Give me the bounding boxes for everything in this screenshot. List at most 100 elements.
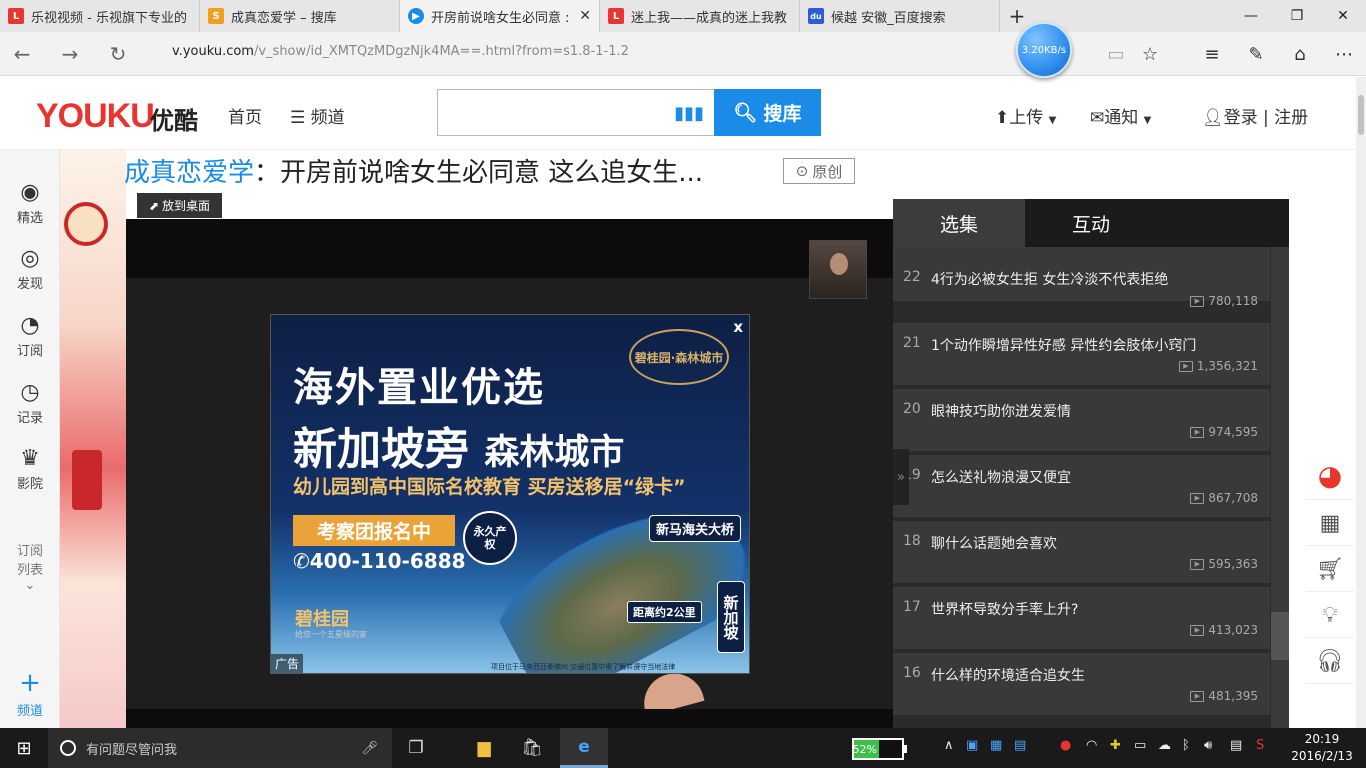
floating-toolbar: ◕ ▦ 🛒︎ 💡︎ 🎧︎ — [1306, 452, 1354, 696]
page-scrollbar[interactable] — [1356, 77, 1366, 728]
tab-episodes[interactable]: 选集 — [893, 199, 1025, 247]
sidebar-item-discover[interactable]: ◎ 发现 — [0, 246, 60, 292]
close-window-button[interactable]: ✕ — [1320, 0, 1366, 32]
search-icon: 🔍︎ — [733, 102, 758, 124]
reading-view-icon[interactable]: ▭ — [1102, 40, 1130, 68]
battery-tray-icon[interactable]: ▭ — [1134, 738, 1146, 753]
youku-sidebar: ◉ 精选 ◎ 发现 ◔ 订阅 ◷ 记录 ♛ 影院 订阅 列表 ⌄ + 频道 — [0, 150, 60, 728]
forward-button[interactable]: → — [56, 40, 84, 68]
play-count: ▶ 780,118 — [1190, 294, 1258, 308]
sub-list-label-2: 列表 — [16, 563, 43, 578]
rss-icon: ◔ — [20, 313, 40, 338]
tray-app-icon[interactable]: ▦ — [990, 738, 1002, 753]
sidebar-item-label: 影院 — [16, 477, 43, 492]
more-icon[interactable]: ⋯ — [1330, 40, 1358, 68]
sidebar-subscription-list[interactable]: 订阅 列表 ⌄ — [0, 540, 60, 593]
youku-logo-cn[interactable]: 优酷 — [150, 101, 198, 136]
input-method-icon[interactable]: S — [1256, 738, 1264, 753]
file-explorer-icon[interactable]: ▆ — [460, 728, 508, 768]
sidebar-item-featured[interactable]: ◉ 精选 — [0, 180, 60, 226]
playlist-item[interactable]: 19 怎么送礼物浪漫又便宜 ▶ 867,708 — [893, 455, 1270, 519]
playlist-item[interactable]: 17 世界杯导致分手率上升? ▶ 413,023 — [893, 587, 1270, 651]
ad-bridge-label: 新马海关大桥 — [649, 515, 742, 542]
playlist-item[interactable]: 21 1个动作瞬增异性好感 异性约会肢体小窍门 ▶ 1,356,321 — [893, 323, 1270, 387]
bluetooth-icon[interactable]: ᛒ — [1182, 738, 1190, 753]
ad-distance-label: 距离约2公里 — [627, 601, 702, 623]
share-icon[interactable]: ⌂ — [1286, 40, 1314, 68]
store-icon[interactable]: 🛍︎ — [508, 728, 556, 768]
tray-app-icon[interactable]: ● — [1060, 738, 1071, 753]
sidebar-item-cinema[interactable]: ♛ 影院 — [0, 446, 60, 492]
playlist-item[interactable]: 20 眼神技巧助你迸发爱情 ▶ 974,595 — [893, 389, 1270, 453]
notify-menu[interactable]: ✉通知 ▼ — [1090, 103, 1151, 128]
playlist-item[interactable]: 22 4行为必被女生拒 女生冷淡不代表拒绝 ▶ 780,118 — [893, 247, 1270, 308]
edge-browser-icon[interactable]: e — [560, 728, 608, 768]
register-link[interactable]: 注册 — [1274, 108, 1308, 128]
web-note-icon[interactable]: ✎ — [1242, 40, 1270, 68]
clock[interactable]: 20:19 2016/2/13 — [1286, 731, 1358, 765]
mascot-icon[interactable]: ◕ — [1306, 452, 1354, 500]
task-view-icon[interactable]: ❐ — [392, 728, 440, 768]
maximize-button[interactable]: ❐ — [1274, 0, 1320, 32]
playlist-item[interactable]: 18 聊什么话题她会喜欢 ▶ 595,363 — [893, 521, 1270, 585]
play-count-value: 974,595 — [1208, 425, 1258, 439]
browser-tab[interactable]: du 候越 安徽_百度搜索 — [800, 0, 1000, 32]
back-button[interactable]: ← — [8, 40, 36, 68]
url-field[interactable]: v.youku.com/v_show/id_XMTQzMDgzNjk4MA==.… — [172, 44, 629, 59]
search-input[interactable]: ▮▮▮ — [437, 89, 715, 136]
channel-link[interactable]: 成真恋爱学 — [124, 158, 254, 188]
minimize-button[interactable]: — — [1228, 0, 1274, 32]
browser-tab[interactable]: L 乐视视频 - 乐视旗下专业的 — [0, 0, 200, 32]
login-link[interactable]: 登录 — [1224, 108, 1258, 128]
sidebar-item-channel[interactable]: + 频道 — [0, 668, 60, 719]
cortana-search[interactable]: 有问题尽管问我 🎤︎ — [48, 728, 392, 768]
nav-channel[interactable]: ☰ 频道 — [290, 103, 345, 128]
to-desktop-button[interactable]: ⬈ 放到桌面 — [137, 193, 222, 218]
action-center-icon[interactable]: ▤ — [1230, 738, 1242, 753]
browser-tab-active[interactable]: ▶ 开房前说啥女生必同意 : ✕ — [400, 0, 600, 32]
address-bar: ← → ↻ v.youku.com/v_show/id_XMTQzMDgzNjk… — [0, 32, 1366, 76]
ad-overlay[interactable]: x 碧桂园·森林城市 海外置业优选 新加坡旁 森林城市 幼儿园到高中国际名校教育… — [270, 314, 750, 674]
browser-tab[interactable]: L 迷上我——成真的迷上我教 — [600, 0, 800, 32]
tray-app-icon[interactable]: ▣ — [966, 738, 978, 753]
upload-menu[interactable]: ⬆上传 ▼ — [995, 103, 1056, 128]
shopping-cart-icon[interactable]: 🛒︎ — [1306, 548, 1354, 592]
sidebar-item-subscribe[interactable]: ◔ 订阅 — [0, 313, 60, 359]
nav-home[interactable]: 首页 — [228, 103, 262, 128]
wifi-icon[interactable]: ◠ — [1086, 738, 1097, 753]
search-button[interactable]: 🔍︎ 搜库 — [714, 89, 821, 136]
ad-close-button[interactable]: x — [733, 318, 743, 336]
qr-code-icon[interactable]: ▦ — [1306, 502, 1354, 546]
chevron-up-icon[interactable]: ∧ — [944, 738, 954, 753]
browser-tab[interactable]: S 成真恋爱学 – 搜库 — [200, 0, 400, 32]
close-tab-icon[interactable]: ✕ — [579, 8, 591, 24]
chart-bars-icon[interactable]: ▮▮▮ — [674, 103, 704, 124]
hub-icon[interactable]: ≡ — [1198, 40, 1226, 68]
chevron-down-icon: ▼ — [1143, 115, 1152, 126]
microphone-icon[interactable]: 🎤︎ — [361, 741, 378, 756]
refresh-button[interactable]: ↻ — [104, 40, 132, 68]
battery-indicator[interactable]: 52% — [852, 738, 907, 760]
tray-app-icon[interactable]: ▤ — [1014, 738, 1026, 753]
cloud-icon[interactable]: ☁ — [1158, 738, 1171, 753]
network-speed-ball[interactable]: 3.20KB/s — [1016, 22, 1072, 78]
volume-icon[interactable]: 🔊︎ — [1204, 738, 1212, 753]
play-count-value: 867,708 — [1208, 491, 1258, 505]
collapse-playlist-arrow[interactable]: » — [893, 449, 909, 505]
ad-brand-logo: 碧桂园 — [295, 609, 349, 630]
tray-app-icon[interactable]: ✚ — [1110, 738, 1121, 753]
tab-interact[interactable]: 互动 — [1025, 199, 1157, 247]
playlist-item[interactable]: 16 什么样的环境适合追女生 ▶ 481,395 — [893, 653, 1270, 717]
ad-phone: ✆400-110-6888 — [293, 549, 466, 573]
headset-icon[interactable]: 🎧︎ — [1306, 640, 1354, 684]
youku-logo[interactable]: YOUKU — [36, 97, 155, 136]
lightbulb-icon[interactable]: 💡︎ — [1306, 594, 1354, 638]
baidu-icon: du — [808, 8, 824, 24]
sidebar-item-history[interactable]: ◷ 记录 — [0, 380, 60, 426]
presenter-thumbnail[interactable] — [809, 240, 867, 299]
battery-fill: 52% — [853, 740, 879, 758]
windows-start-icon[interactable]: ⊞ — [0, 728, 48, 768]
playlist-scroll-thumb[interactable] — [1271, 612, 1289, 660]
brand-emblem: 碧桂园·森林城市 — [629, 329, 729, 385]
favorite-star-icon[interactable]: ☆ — [1136, 40, 1164, 68]
